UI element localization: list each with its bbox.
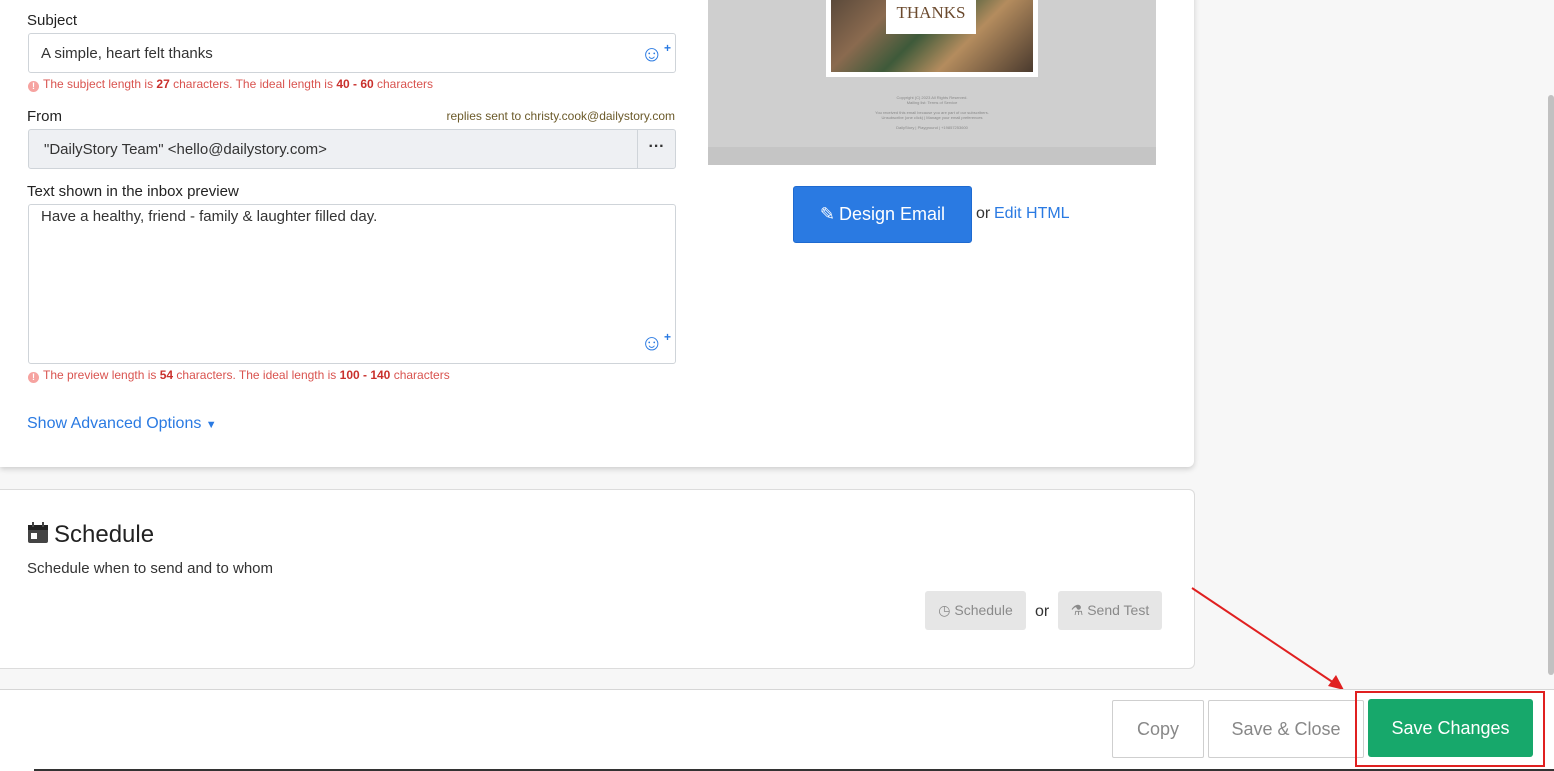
warning-icon: ! [28, 81, 39, 92]
design-email-label: Design Email [839, 204, 946, 224]
show-advanced-options-link[interactable]: Show Advanced Options ▼ [27, 415, 217, 433]
footer-line: DailyStory | Playground | +19857253600 [896, 125, 968, 130]
from-field[interactable]: "DailyStory Team" <hello@dailystory.com>… [28, 129, 676, 169]
email-preview[interactable]: THANKS Copyright (C) 2023 All Rights Res… [708, 0, 1156, 165]
preview-text-area[interactable]: Have a healthy, friend - family & laught… [28, 204, 676, 364]
warning-range: 40 - 60 [336, 77, 374, 91]
send-test-button[interactable]: ⚗ Send Test [1058, 591, 1162, 630]
warning-text: characters. The ideal length is [169, 77, 337, 91]
preview-text-label: Text shown in the inbox preview [27, 183, 239, 200]
hero-badge: THANKS [886, 0, 976, 34]
calendar-icon [28, 522, 48, 543]
warning-text: characters. The ideal length is [173, 368, 340, 382]
or-text: or [1035, 603, 1050, 620]
subject-value: A simple, heart felt thanks [41, 45, 213, 62]
warning-count: 54 [159, 368, 174, 382]
replies-note: replies sent to christy.cook@dailystory.… [446, 109, 675, 123]
or-text: or [976, 205, 991, 222]
advanced-options-label: Show Advanced Options [27, 415, 202, 432]
preview-length-warning: ! The preview length is 54 characters. Th… [28, 368, 450, 383]
emoji-plus-icon: + [663, 41, 671, 55]
emoji-plus-icon: + [663, 330, 671, 344]
annotation-highlight-box [1355, 691, 1545, 767]
warning-text: characters [390, 368, 450, 382]
preview-footer-text: Copyright (C) 2023 All Rights Reserved. … [708, 95, 1156, 130]
copy-button[interactable]: Copy [1112, 700, 1204, 758]
subject-label: Subject [27, 12, 78, 29]
schedule-button[interactable]: ◷ Schedule [925, 591, 1026, 630]
schedule-title: Schedule [54, 521, 155, 548]
warning-text: The subject length is [43, 77, 157, 91]
clock-icon: ◷ [938, 602, 951, 618]
email-hero-image: THANKS [826, 0, 1038, 77]
page-scrollbar[interactable] [1548, 95, 1554, 675]
edit-html-link[interactable]: Edit HTML [994, 205, 1070, 223]
warning-text: The preview length is [43, 368, 160, 382]
warning-text: characters [373, 77, 434, 91]
warning-range: 100 - 140 [339, 368, 391, 382]
preview-text-value: Have a healthy, friend - family & laught… [41, 208, 378, 225]
pencil-ruler-icon: ✎ [819, 204, 836, 224]
emoji-picker-icon[interactable]: ☺ + [641, 41, 671, 65]
subject-input[interactable]: A simple, heart felt thanks ☺ + [28, 33, 676, 73]
from-label: From [27, 108, 62, 125]
send-test-label: Send Test [1087, 602, 1150, 618]
flask-icon: ⚗ [1070, 602, 1084, 618]
design-email-button[interactable]: ✎ Design Email [793, 186, 972, 243]
warning-icon: ! [28, 372, 39, 383]
warning-count: 27 [156, 77, 170, 91]
schedule-subtitle: Schedule when to send and to whom [27, 560, 273, 577]
annotation-arrow-icon [1191, 587, 1344, 690]
schedule-card [0, 489, 1195, 669]
save-close-button[interactable]: Save & Close [1208, 700, 1364, 758]
caret-down-icon: ▼ [205, 419, 217, 431]
schedule-button-label: Schedule [954, 602, 1013, 618]
subject-length-warning: ! The subject length is 27 characters. Th… [28, 77, 433, 92]
from-value: "DailyStory Team" <hello@dailystory.com> [44, 141, 327, 158]
emoji-picker-icon[interactable]: ☺ + [641, 330, 671, 354]
from-options-button[interactable]: ··· [637, 130, 675, 168]
